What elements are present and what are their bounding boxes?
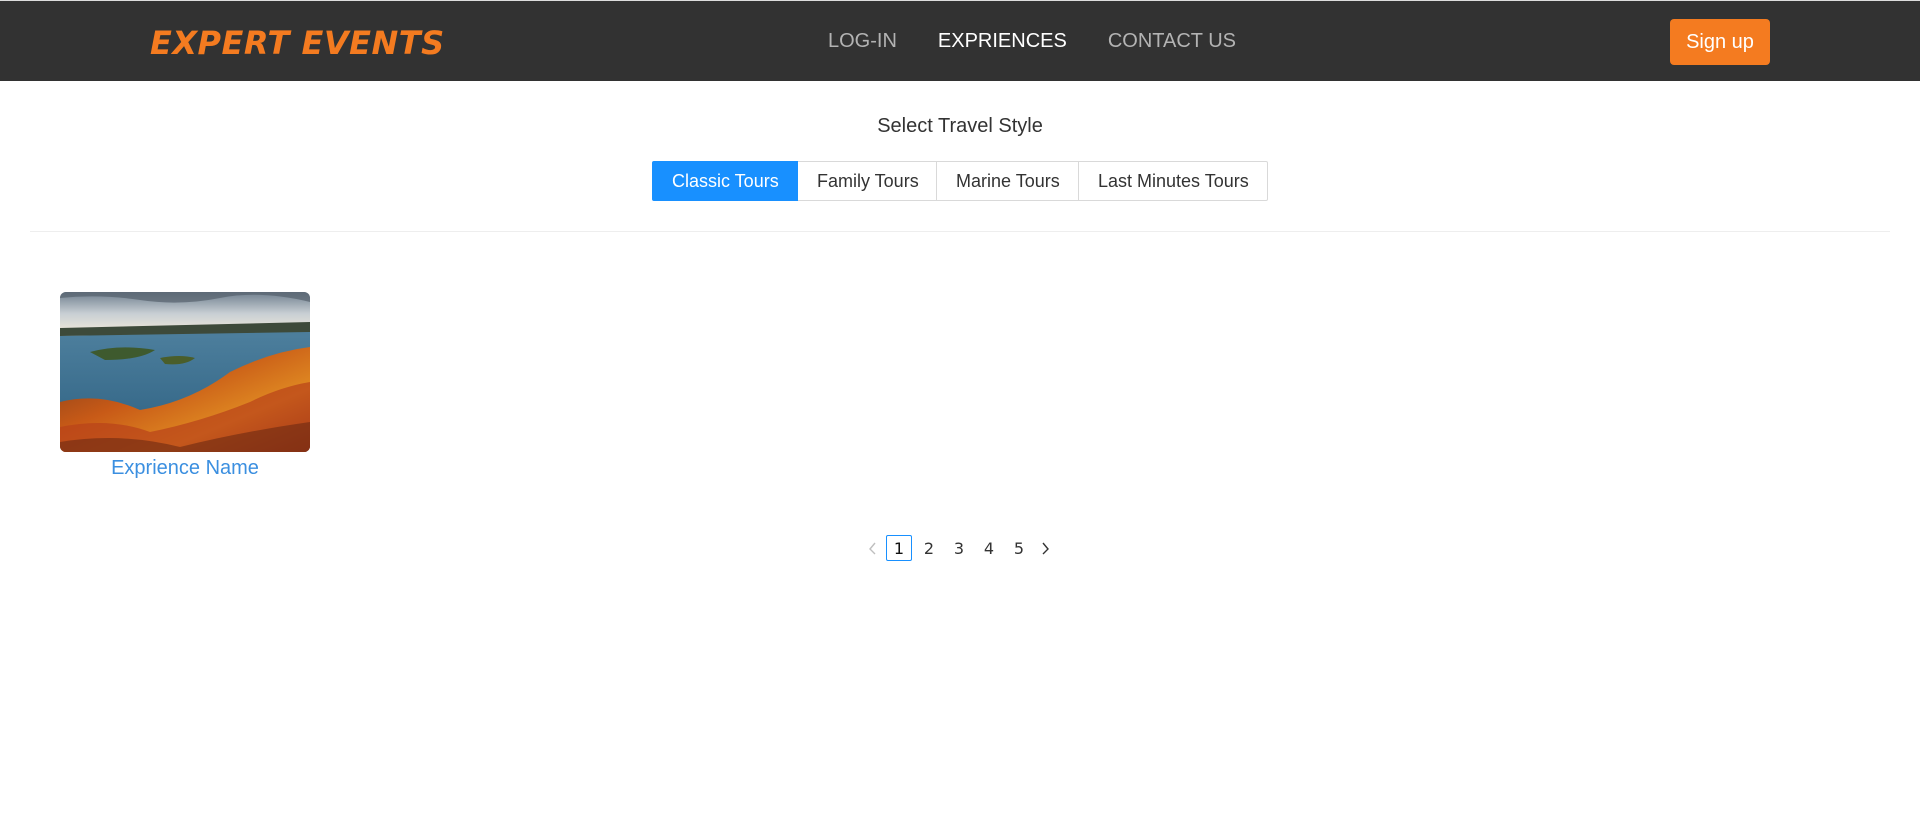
pagination: 1 2 3 4 5: [860, 535, 1058, 561]
page-5-button[interactable]: 5: [1006, 535, 1032, 561]
experience-name-link[interactable]: Exprience Name: [60, 456, 310, 480]
page-4-button[interactable]: 4: [976, 535, 1002, 561]
experience-image[interactable]: [60, 292, 310, 452]
signup-button[interactable]: Sign up: [1670, 19, 1770, 65]
nav-contact-link[interactable]: CONTACT US: [1108, 29, 1236, 53]
tab-classic-tours[interactable]: Classic Tours: [652, 161, 798, 201]
top-navbar: EXPERT EVENTS LOG-IN EXPRIENCES CONTACT …: [0, 0, 1920, 81]
travel-style-tabs: Classic Tours Family Tours Marine Tours …: [652, 161, 1268, 201]
chevron-left-icon: [869, 542, 876, 555]
pagination-next-button[interactable]: [1034, 535, 1058, 561]
nav-experiences-link[interactable]: EXPRIENCES: [938, 29, 1067, 53]
travel-style-heading: Select Travel Style: [877, 115, 1043, 137]
main-nav: LOG-IN EXPRIENCES CONTACT US: [828, 29, 1236, 53]
chevron-right-icon: [1042, 542, 1049, 555]
page-2-button[interactable]: 2: [916, 535, 942, 561]
section-divider: [30, 231, 1890, 232]
experience-card[interactable]: Exprience Name: [60, 292, 310, 480]
pagination-prev-button[interactable]: [860, 535, 884, 561]
brand-logo[interactable]: EXPERT EVENTS: [150, 23, 445, 63]
tab-marine-tours[interactable]: Marine Tours: [936, 161, 1079, 201]
page-3-button[interactable]: 3: [946, 535, 972, 561]
nav-login-link[interactable]: LOG-IN: [828, 29, 897, 53]
tab-last-minutes-tours[interactable]: Last Minutes Tours: [1078, 161, 1268, 201]
tab-family-tours[interactable]: Family Tours: [797, 161, 937, 201]
page-1-button[interactable]: 1: [886, 535, 912, 561]
